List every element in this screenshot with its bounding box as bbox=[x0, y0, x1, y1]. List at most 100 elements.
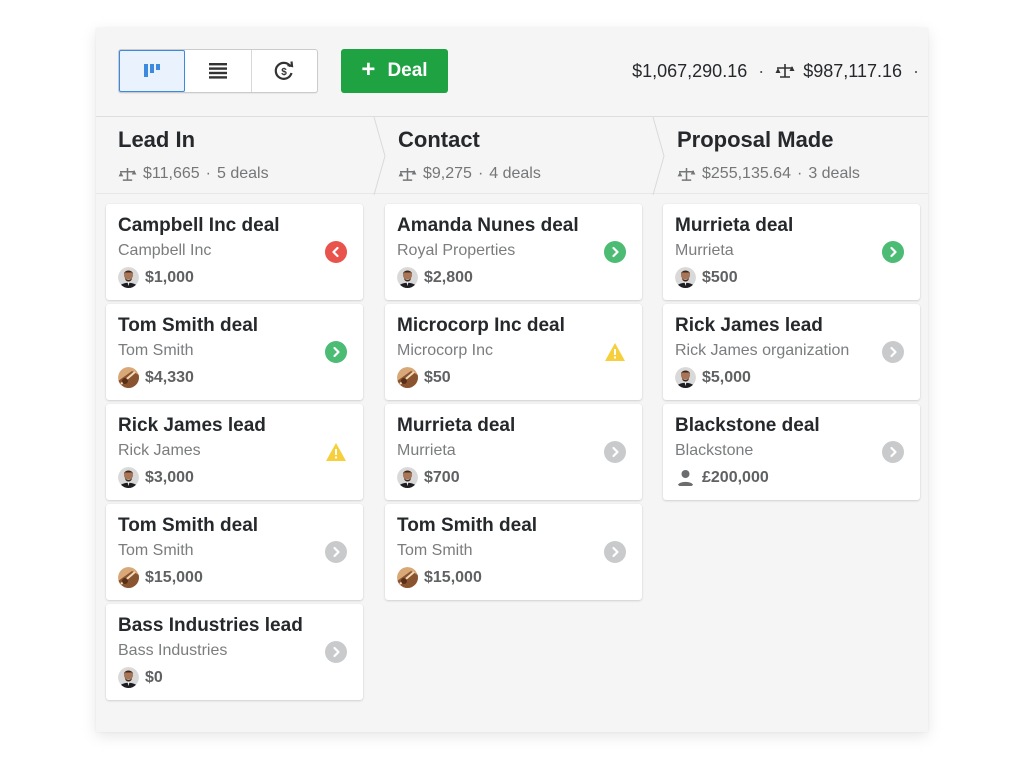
weighted-scale-icon bbox=[118, 167, 137, 181]
plus-icon: + bbox=[361, 56, 376, 83]
avatar bbox=[675, 267, 696, 288]
avatar bbox=[397, 267, 418, 288]
stage-summary: $11,665 · 5 deals bbox=[118, 165, 269, 183]
deal-organization: Rick James organization bbox=[675, 342, 850, 359]
avatar bbox=[118, 367, 139, 388]
stage-value: $255,135.64 bbox=[702, 165, 791, 182]
deal-card[interactable]: Murrieta deal Murrieta $700 bbox=[385, 404, 642, 500]
no-activity-icon[interactable] bbox=[882, 441, 904, 463]
deal-value: $4,330 bbox=[145, 368, 194, 386]
pipeline-totals: $1,067,290.16 · $987,117.16 · bbox=[632, 58, 922, 84]
deal-value: £200,000 bbox=[702, 468, 769, 486]
deal-card[interactable]: Blackstone deal Blackstone £200,000 bbox=[663, 404, 920, 500]
person-placeholder-icon bbox=[677, 470, 694, 486]
deal-value: $0 bbox=[145, 668, 163, 686]
stage-summary: $9,275 · 4 deals bbox=[398, 165, 541, 183]
deal-title[interactable]: Bass Industries lead bbox=[118, 615, 303, 637]
deal-card[interactable]: Tom Smith deal Tom Smith $15,000 bbox=[106, 504, 363, 600]
overdue-activity-icon[interactable] bbox=[325, 241, 347, 263]
no-activity-icon[interactable] bbox=[325, 641, 347, 663]
weighted-scale-icon bbox=[775, 64, 795, 78]
stage-title: Lead In bbox=[118, 127, 196, 152]
planned-activity-icon[interactable] bbox=[604, 241, 626, 263]
list-icon bbox=[208, 63, 227, 79]
planned-activity-icon[interactable] bbox=[325, 341, 347, 363]
separator: · bbox=[758, 60, 765, 81]
deal-card[interactable]: Rick James lead Rick James $3,000 bbox=[106, 404, 363, 500]
no-activity-icon[interactable] bbox=[882, 341, 904, 363]
svg-text:$: $ bbox=[282, 67, 288, 78]
deal-title[interactable]: Tom Smith deal bbox=[397, 515, 537, 537]
deal-value-row: $700 bbox=[397, 467, 460, 488]
stage-column-lead-in: Campbell Inc deal Campbell Inc $1,000 Tom S… bbox=[106, 204, 363, 704]
deal-value-row: $2,800 bbox=[397, 267, 473, 288]
deal-value: $15,000 bbox=[424, 568, 482, 586]
forecast-view-button[interactable]: $ bbox=[252, 50, 317, 92]
stage-deal-count: 4 deals bbox=[489, 165, 541, 182]
avatar bbox=[397, 467, 418, 488]
deal-card[interactable]: Bass Industries lead Bass Industries $0 bbox=[106, 604, 363, 700]
deal-title[interactable]: Blackstone deal bbox=[675, 415, 820, 437]
deal-title[interactable]: Rick James lead bbox=[675, 315, 823, 337]
pipeline-view-button[interactable] bbox=[119, 50, 186, 92]
stage-value: $11,665 bbox=[143, 165, 200, 182]
stage-deal-count: 3 deals bbox=[808, 165, 860, 182]
stage-value: $9,275 bbox=[423, 165, 472, 182]
avatar bbox=[675, 367, 696, 388]
deal-value: $500 bbox=[702, 268, 738, 286]
deal-value-row: $500 bbox=[675, 267, 738, 288]
deal-value: $3,000 bbox=[145, 468, 194, 486]
warning-icon[interactable] bbox=[325, 441, 347, 463]
weighted-scale-icon bbox=[398, 167, 417, 181]
deal-organization: Microcorp Inc bbox=[397, 342, 494, 359]
deal-title[interactable]: Murrieta deal bbox=[397, 415, 515, 437]
list-view-button[interactable] bbox=[185, 50, 252, 92]
stage-header-contact[interactable]: Contact $9,275 · 4 deals bbox=[375, 117, 653, 195]
deal-title[interactable]: Tom Smith deal bbox=[118, 315, 258, 337]
deal-organization: Blackstone bbox=[675, 442, 754, 459]
stage-title: Proposal Made bbox=[677, 127, 834, 152]
deal-card[interactable]: Tom Smith deal Tom Smith $15,000 bbox=[385, 504, 642, 600]
warning-icon[interactable] bbox=[604, 341, 626, 363]
deal-title[interactable]: Microcorp Inc deal bbox=[397, 315, 565, 337]
avatar bbox=[118, 267, 139, 288]
deal-card[interactable]: Tom Smith deal Tom Smith $4,330 bbox=[106, 304, 363, 400]
no-activity-icon[interactable] bbox=[604, 441, 626, 463]
deal-organization: Murrieta bbox=[397, 442, 456, 459]
separator: · bbox=[796, 165, 803, 182]
deal-title[interactable]: Amanda Nunes deal bbox=[397, 215, 579, 237]
deal-title[interactable]: Murrieta deal bbox=[675, 215, 793, 237]
forecast-icon: $ bbox=[275, 61, 294, 80]
avatar bbox=[118, 567, 139, 588]
separator: · bbox=[913, 60, 919, 81]
deal-card[interactable]: Microcorp Inc deal Microcorp Inc $50 bbox=[385, 304, 642, 400]
deal-title[interactable]: Campbell Inc deal bbox=[118, 215, 280, 237]
stage-header-lead-in[interactable]: Lead In $11,665 · 5 deals bbox=[96, 117, 375, 195]
deal-value-row: $50 bbox=[397, 367, 451, 388]
avatar bbox=[118, 667, 139, 688]
deal-card[interactable]: Campbell Inc deal Campbell Inc $1,000 bbox=[106, 204, 363, 300]
stage-column-proposal-made: Murrieta deal Murrieta $500 Rick James lead… bbox=[663, 204, 920, 504]
view-switcher: $ bbox=[118, 49, 318, 93]
weighted-scale-icon bbox=[677, 167, 696, 181]
deal-card[interactable]: Rick James lead Rick James organization $5… bbox=[663, 304, 920, 400]
deal-title[interactable]: Tom Smith deal bbox=[118, 515, 258, 537]
deal-value-row: $0 bbox=[118, 667, 163, 688]
deal-organization: Bass Industries bbox=[118, 642, 228, 659]
deal-organization: Campbell Inc bbox=[118, 242, 212, 259]
deal-value-row: $1,000 bbox=[118, 267, 194, 288]
deal-value-row: $5,000 bbox=[675, 367, 751, 388]
planned-activity-icon[interactable] bbox=[882, 241, 904, 263]
deal-title[interactable]: Rick James lead bbox=[118, 415, 266, 437]
no-activity-icon[interactable] bbox=[325, 541, 347, 563]
no-activity-icon[interactable] bbox=[604, 541, 626, 563]
add-deal-button[interactable]: + Deal bbox=[341, 49, 448, 93]
stage-summary: $255,135.64 · 3 deals bbox=[677, 165, 860, 183]
avatar bbox=[397, 567, 418, 588]
deal-card[interactable]: Amanda Nunes deal Royal Properties $2,800 bbox=[385, 204, 642, 300]
deal-value-row: $15,000 bbox=[118, 567, 203, 588]
deal-card[interactable]: Murrieta deal Murrieta $500 bbox=[663, 204, 920, 300]
weighted-value: $987,117.16 bbox=[803, 60, 902, 81]
stage-header-proposal-made[interactable]: Proposal Made $255,135.64 · 3 deals bbox=[654, 117, 928, 195]
stage-deal-count: 5 deals bbox=[216, 165, 269, 182]
